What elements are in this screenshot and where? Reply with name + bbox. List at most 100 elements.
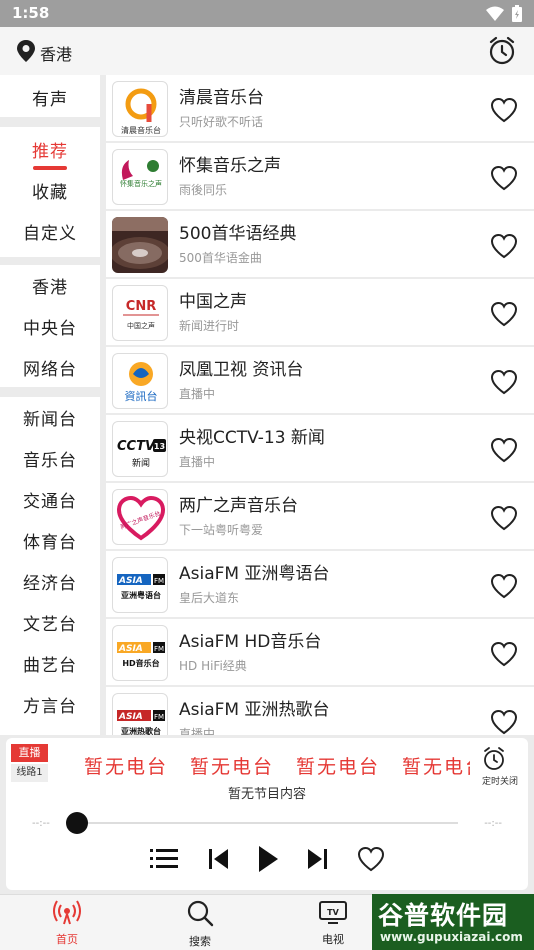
station-row[interactable]: 500首华语经典 500首华语金曲 xyxy=(106,211,534,277)
sleep-timer-icon[interactable] xyxy=(482,746,506,772)
nav-tv[interactable]: TV 电视 xyxy=(301,899,365,947)
category-sidebar: 有声 推荐 收藏 自定义 香港 中央台 网络台 新闻台 音乐台 交通台 体育台 … xyxy=(0,75,100,735)
total-time: --:-- xyxy=(484,818,502,829)
nav-home[interactable]: 首页 xyxy=(35,899,99,947)
sidebar-item-sports[interactable]: 体育台 xyxy=(0,528,100,553)
nav-label: 搜索 xyxy=(189,935,211,948)
sidebar-group-genre: 新闻台 音乐台 交通台 体育台 经济台 文艺台 曲艺台 方言台 xyxy=(0,397,100,735)
station-subtitle: 雨後同乐 xyxy=(179,183,228,197)
station-title: 两广之声音乐台 xyxy=(179,496,298,516)
station-row[interactable]: 怀集音乐之声 怀集音乐之声 雨後同乐 xyxy=(106,143,534,209)
sidebar-item-traffic[interactable]: 交通台 xyxy=(0,487,100,512)
line-selector[interactable]: 线路1 xyxy=(11,764,48,782)
header: 香港 xyxy=(0,27,534,75)
location-button[interactable] xyxy=(16,39,36,67)
previous-icon[interactable] xyxy=(208,846,230,872)
station-logo: 資訊台 xyxy=(112,353,168,409)
sidebar-item-arts[interactable]: 文艺台 xyxy=(0,610,100,635)
station-subtitle: 下一站粤听粤爱 xyxy=(179,523,264,537)
station-row[interactable]: ASIA FM HD音乐台 AsiaFM HD音乐台 HD HiFi经典 xyxy=(106,619,534,685)
sidebar-item-opera[interactable]: 曲艺台 xyxy=(0,651,100,676)
playlist-icon[interactable] xyxy=(150,846,180,872)
svg-text:中国之声: 中国之声 xyxy=(127,321,155,330)
station-subtitle: 皇后大道东 xyxy=(179,591,240,605)
now-playing-text: 暂无电台 xyxy=(296,756,381,778)
radio-icon xyxy=(53,900,81,925)
favorite-heart-icon[interactable] xyxy=(490,641,518,667)
station-title: 怀集音乐之声 xyxy=(179,156,281,176)
station-logo: 怀集音乐之声 xyxy=(112,149,168,205)
station-logo: CCTV 13 新闻 xyxy=(112,421,168,477)
favorite-heart-icon[interactable] xyxy=(490,165,518,191)
sidebar-group-region: 香港 中央台 网络台 xyxy=(0,265,100,387)
station-title: 中国之声 xyxy=(179,292,247,312)
station-subtitle: 直播中 xyxy=(179,387,216,401)
battery-icon xyxy=(512,5,522,22)
station-logo: ASIA FM 亚洲粤语台 xyxy=(112,557,168,613)
sidebar-item-economy[interactable]: 经济台 xyxy=(0,569,100,594)
station-row[interactable]: ASIA FM 亚洲热歌台 AsiaFM 亚洲热歌台 直播中 xyxy=(106,687,534,735)
next-icon[interactable] xyxy=(306,846,328,872)
svg-text:ASIA: ASIA xyxy=(118,576,143,586)
status-time: 1:58 xyxy=(12,4,50,22)
location-label[interactable]: 香港 xyxy=(40,41,72,65)
station-row[interactable]: CCTV 13 新闻 央视CCTV-13 新闻 直播中 xyxy=(106,415,534,481)
sidebar-item-recommended[interactable]: 推荐 xyxy=(0,137,100,162)
favorite-heart-icon[interactable] xyxy=(490,505,518,531)
status-icons xyxy=(486,5,522,22)
play-icon[interactable] xyxy=(256,844,280,874)
station-logo: CNR 中国之声 xyxy=(112,285,168,341)
site-watermark: 谷普软件园 www.gupuxiazai.com xyxy=(372,894,534,950)
wifi-icon xyxy=(486,6,504,21)
favorite-heart-icon[interactable] xyxy=(490,709,518,735)
station-logo: 清晨音乐台 xyxy=(112,81,168,137)
station-row[interactable]: ASIA FM 亚洲粤语台 AsiaFM 亚洲粤语台 皇后大道东 xyxy=(106,551,534,617)
alarm-button[interactable] xyxy=(488,36,516,70)
station-row[interactable]: 清晨音乐台 清晨音乐台 只听好歌不听话 xyxy=(106,75,534,141)
svg-text:新闻: 新闻 xyxy=(132,457,150,469)
sidebar-item-music[interactable]: 音乐台 xyxy=(0,446,100,471)
nav-label: 电视 xyxy=(322,933,344,946)
vinyl-record-icon xyxy=(112,217,168,273)
progress-track[interactable] xyxy=(76,822,458,824)
svg-text:TV: TV xyxy=(327,908,339,917)
sidebar-item-dialect[interactable]: 方言台 xyxy=(0,692,100,717)
sidebar-item-audio[interactable]: 有声 xyxy=(0,85,100,110)
sidebar-item-hongkong[interactable]: 香港 xyxy=(0,273,100,298)
station-row[interactable]: CNR 中国之声 中国之声 新闻进行时 xyxy=(106,279,534,345)
station-logo-image: ASIA FM 亚洲粤语台 xyxy=(117,574,165,600)
station-logo-image: 資訊台 xyxy=(125,362,158,403)
svg-text:ASIA: ASIA xyxy=(118,644,143,654)
sidebar-item-favorites[interactable]: 收藏 xyxy=(0,178,100,203)
sidebar-item-central[interactable]: 中央台 xyxy=(0,314,100,339)
active-indicator xyxy=(33,166,67,170)
station-list: 清晨音乐台 清晨音乐台 只听好歌不听话 怀集音乐之声 怀集音乐之声 雨後同乐 5… xyxy=(106,75,534,735)
favorite-heart-icon[interactable] xyxy=(490,301,518,327)
player-favorite-heart-icon[interactable] xyxy=(356,846,386,872)
favorite-heart-icon[interactable] xyxy=(490,369,518,395)
tv-icon: TV xyxy=(319,901,347,924)
station-logo-image: ASIA FM HD音乐台 xyxy=(117,642,165,668)
station-row[interactable]: 資訊台 凤凰卫视 资讯台 直播中 xyxy=(106,347,534,413)
progress-thumb[interactable] xyxy=(66,812,88,834)
station-subtitle: 新闻进行时 xyxy=(179,319,240,333)
sidebar-item-news[interactable]: 新闻台 xyxy=(0,405,100,430)
favorite-heart-icon[interactable] xyxy=(490,233,518,259)
station-logo: ASIA FM 亚洲热歌台 xyxy=(112,693,168,735)
station-row[interactable]: 两广之声音乐台 两广之声音乐台 下一站粤听粤爱 xyxy=(106,483,534,549)
favorite-heart-icon[interactable] xyxy=(490,437,518,463)
playback-controls xyxy=(6,844,528,874)
svg-text:ASIA: ASIA xyxy=(118,712,143,722)
favorite-heart-icon[interactable] xyxy=(490,573,518,599)
sidebar-item-custom[interactable]: 自定义 xyxy=(0,219,100,244)
favorite-heart-icon[interactable] xyxy=(490,97,518,123)
heart-logo-image: 两广之声音乐台 xyxy=(116,495,166,541)
sidebar-item-network[interactable]: 网络台 xyxy=(0,355,100,380)
station-subtitle: 直播中 xyxy=(179,727,216,735)
station-title: 央视CCTV-13 新闻 xyxy=(179,428,325,448)
location-pin-icon xyxy=(17,40,35,62)
nav-search[interactable]: 搜索 xyxy=(168,899,232,949)
svg-text:FM: FM xyxy=(154,713,164,721)
station-title: 凤凰卫视 资讯台 xyxy=(179,360,304,380)
watermark-title: 谷普软件园 xyxy=(378,901,509,930)
